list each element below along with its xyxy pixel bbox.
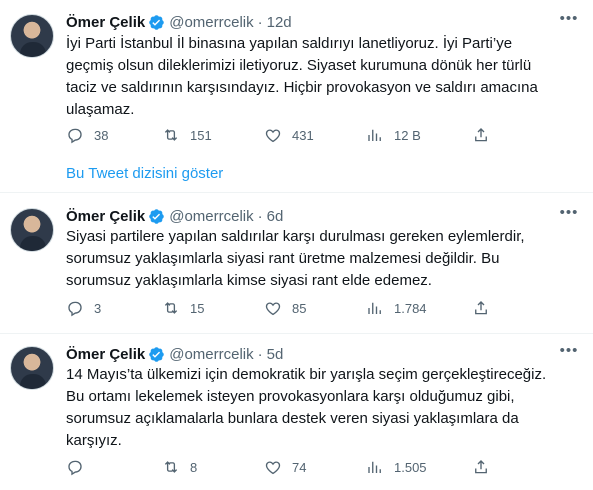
like-button[interactable]: 431 — [264, 126, 314, 144]
separator-dot: · — [257, 345, 263, 363]
reply-icon — [68, 460, 82, 476]
like-count: 431 — [292, 127, 314, 143]
timestamp[interactable]: 5d — [267, 346, 284, 363]
separator-dot: · — [257, 13, 263, 31]
author-handle[interactable]: @omerrcelik — [169, 346, 253, 363]
share-icon — [475, 460, 487, 474]
retweet-count: 151 — [190, 127, 212, 143]
more-icon[interactable]: ••• — [559, 343, 579, 364]
author-name[interactable]: Ömer Çelik — [66, 346, 145, 363]
share-icon — [475, 301, 487, 315]
reply-count: 38 — [94, 127, 109, 143]
like-button[interactable]: 74 — [264, 458, 306, 476]
retweet-button[interactable]: 151 — [162, 126, 212, 144]
views-count: 12 B — [394, 127, 421, 143]
like-button[interactable]: 85 — [264, 299, 306, 317]
like-count: 85 — [292, 300, 307, 316]
reply-button[interactable]: 3 — [66, 299, 101, 317]
more-icon[interactable]: ••• — [559, 11, 579, 32]
reply-icon — [68, 301, 82, 317]
tweet-text: 14 Mayıs’ta ülkemizi için demokratik bir… — [66, 366, 547, 449]
views-button[interactable]: 1.505 — [366, 458, 427, 476]
show-thread-link[interactable]: Bu Tweet dizisini göster — [66, 165, 223, 182]
timestamp[interactable]: 12d — [267, 14, 292, 31]
tweet-text: Siyasi partilere yapılan saldırılar karş… — [66, 228, 525, 289]
tweet[interactable]: Ömer Çelik @omerrcelik · 6d ••• Siyasi p… — [0, 205, 593, 324]
retweet-button[interactable]: 8 — [162, 458, 197, 476]
author-name[interactable]: Ömer Çelik — [66, 208, 145, 225]
tweet-actions: 8 74 1.505 — [66, 458, 496, 478]
timestamp[interactable]: 6d — [267, 208, 284, 225]
tweet-text: İyi Parti İstanbul İl binasına yapılan s… — [66, 35, 538, 118]
tweet-feed: Ömer Çelik @omerrcelik · 12d ••• İyi Par… — [0, 0, 593, 490]
divider — [0, 192, 593, 193]
share-button[interactable] — [472, 126, 490, 144]
views-icon — [368, 461, 381, 473]
separator-dot: · — [257, 207, 263, 225]
author-handle[interactable]: @omerrcelik — [169, 208, 253, 225]
tweet-header: Ömer Çelik @omerrcelik · 5d — [66, 344, 283, 364]
like-icon — [265, 461, 281, 475]
retweet-icon — [164, 302, 178, 314]
divider — [0, 333, 593, 334]
author-name[interactable]: Ömer Çelik — [66, 14, 145, 31]
tweet-actions: 38 151 431 12 B — [66, 126, 496, 146]
tweet[interactable]: Ömer Çelik @omerrcelik · 12d ••• İyi Par… — [0, 11, 593, 152]
reply-count: 3 — [94, 300, 102, 316]
tweet-header: Ömer Çelik @omerrcelik · 12d — [66, 12, 292, 32]
views-count: 1.505 — [394, 459, 427, 475]
reply-button[interactable] — [66, 458, 94, 476]
retweet-icon — [164, 129, 178, 141]
views-icon — [368, 302, 381, 314]
like-icon — [265, 129, 281, 143]
avatar[interactable] — [10, 208, 54, 252]
views-button[interactable]: 1.784 — [366, 299, 427, 317]
retweet-icon — [164, 461, 178, 473]
share-button[interactable] — [472, 299, 490, 317]
retweet-count: 15 — [190, 300, 205, 316]
views-count: 1.784 — [394, 300, 427, 316]
verified-badge-icon — [149, 208, 164, 224]
retweet-button[interactable]: 15 — [162, 299, 204, 317]
like-icon — [265, 302, 281, 316]
share-button[interactable] — [472, 458, 490, 476]
reply-icon — [68, 128, 82, 144]
retweet-count: 8 — [190, 459, 198, 475]
verified-badge-icon — [149, 346, 164, 362]
tweet-actions: 3 15 85 1.784 — [66, 299, 496, 319]
tweet[interactable]: Ömer Çelik @omerrcelik · 5d ••• 14 Mayıs… — [0, 343, 593, 484]
tweet-header: Ömer Çelik @omerrcelik · 6d — [66, 206, 283, 226]
author-handle[interactable]: @omerrcelik — [169, 14, 253, 31]
reply-button[interactable]: 38 — [66, 126, 108, 144]
avatar[interactable] — [10, 346, 54, 390]
avatar[interactable] — [10, 14, 54, 58]
views-icon — [368, 129, 381, 141]
share-icon — [475, 128, 487, 142]
like-count: 74 — [292, 459, 307, 475]
verified-badge-icon — [149, 14, 164, 30]
views-button[interactable]: 12 B — [366, 126, 421, 144]
more-icon[interactable]: ••• — [559, 205, 579, 226]
